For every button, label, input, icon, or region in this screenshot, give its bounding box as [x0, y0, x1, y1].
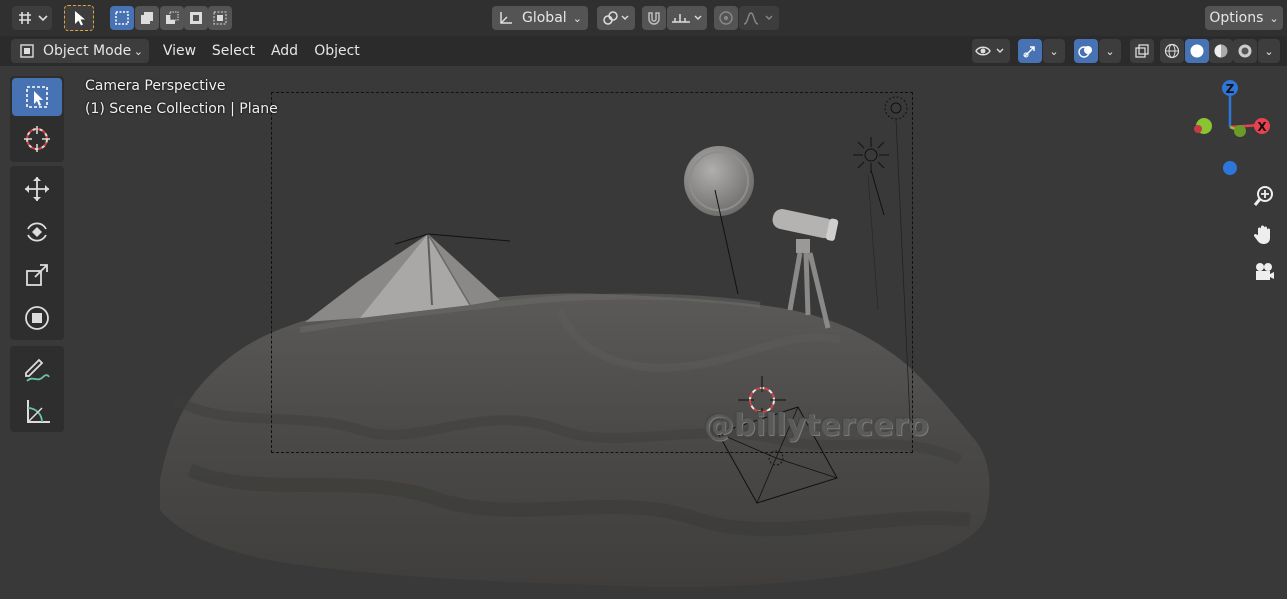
snap-increment-icon: [672, 14, 702, 23]
options-label: Options: [1209, 10, 1264, 26]
menu-view[interactable]: View: [157, 40, 202, 62]
shading-wireframe-button[interactable]: [1160, 39, 1184, 63]
transform-orientation-dropdown[interactable]: Global ⌄: [492, 6, 588, 30]
snap-target-dropdown[interactable]: [667, 6, 707, 30]
pivot-point-dropdown[interactable]: [597, 6, 635, 30]
gizmo-z-label: Z: [1226, 82, 1235, 96]
magnet-icon: [648, 12, 660, 25]
3d-cursor-icon: [24, 126, 50, 152]
falloff-curve-icon: [743, 12, 773, 25]
rendered-sphere-icon: [1238, 44, 1252, 58]
transform-orientation-label: Global: [522, 10, 567, 26]
tool-move[interactable]: [12, 170, 62, 208]
material-sphere-icon: [1214, 44, 1228, 58]
scene-object-label: (1) Scene Collection | Plane: [85, 101, 278, 117]
select-intersect-icon: [213, 11, 227, 25]
tool-select-box[interactable]: [12, 78, 62, 116]
proportional-circle-icon: [719, 11, 733, 25]
orientation-axes-icon: [500, 12, 512, 24]
wireframe-sphere-icon: [1164, 43, 1180, 59]
xray-toggle-button[interactable]: [1130, 39, 1154, 63]
editor-type-button[interactable]: [12, 6, 52, 30]
tool-transform[interactable]: [12, 299, 62, 337]
proportional-editing-button[interactable]: [714, 6, 738, 30]
tool-measure[interactable]: [12, 392, 62, 430]
select-subtract-icon: [166, 11, 179, 24]
zoom-button[interactable]: [1248, 180, 1280, 212]
gizmo-neg-y-axis[interactable]: [1234, 125, 1246, 137]
zoom-magnifier-icon: [1253, 186, 1273, 206]
gizmo-toggle-button[interactable]: [1018, 39, 1042, 63]
gizmo-neg-x-axis[interactable]: [1194, 125, 1202, 133]
solid-sphere-icon: [1190, 44, 1204, 58]
pivot-link-icon: [603, 11, 629, 25]
move-arrows-icon: [25, 177, 49, 201]
overlays-toggle-button[interactable]: [1074, 39, 1098, 63]
select-extend-mode-button[interactable]: [135, 6, 159, 30]
view-name-label: Camera Perspective: [85, 78, 226, 94]
shading-material-button[interactable]: [1209, 39, 1233, 63]
select-subtract-mode-button[interactable]: [160, 6, 184, 30]
interaction-mode-dropdown[interactable]: Object Mode ⌄: [11, 39, 149, 63]
select-new-mode-button[interactable]: [110, 6, 134, 30]
shading-dropdown[interactable]: ⌄: [1258, 39, 1280, 63]
select-invert-mode-button[interactable]: [184, 6, 208, 30]
chevron-down-icon: ⌄: [1269, 11, 1279, 25]
select-extend-icon: [141, 12, 153, 24]
xray-icon: [1135, 44, 1149, 58]
snap-toggle-button[interactable]: [642, 6, 666, 30]
select-new-icon: [115, 11, 129, 25]
menu-add[interactable]: Add: [265, 40, 304, 62]
select-invert-icon: [190, 12, 202, 24]
proportional-falloff-dropdown[interactable]: [739, 6, 779, 30]
navigation-gizmo[interactable]: Z X: [1185, 75, 1275, 195]
chevron-down-icon: ⌄: [1105, 44, 1115, 58]
pan-button[interactable]: [1248, 218, 1280, 250]
eye-icon: [975, 46, 1004, 56]
rotate-icon: [27, 222, 47, 242]
measure-ruler-icon: [27, 400, 50, 423]
camera-icon: [1256, 263, 1274, 280]
shading-rendered-button[interactable]: [1233, 39, 1257, 63]
menu-object[interactable]: Object: [309, 40, 365, 62]
select-box-icon: [26, 86, 48, 108]
cursor-arrow-icon: [75, 11, 85, 26]
chevron-down-icon: ⌄: [572, 11, 582, 25]
tool-cursor[interactable]: [12, 120, 62, 158]
menu-select[interactable]: Select: [207, 40, 260, 62]
hand-icon: [1253, 225, 1270, 244]
tool-annotate[interactable]: [12, 350, 62, 388]
tool-rotate[interactable]: [12, 213, 62, 251]
scale-icon: [26, 264, 48, 286]
transform-icon: [25, 306, 49, 330]
annotate-pencil-icon: [25, 358, 50, 382]
select-intersect-mode-button[interactable]: [208, 6, 232, 30]
grid-editor-icon: [19, 12, 48, 24]
shading-solid-button[interactable]: [1185, 39, 1209, 63]
gizmo-dropdown[interactable]: ⌄: [1043, 39, 1065, 63]
chevron-down-icon: ⌄: [1049, 44, 1059, 58]
overlays-dropdown[interactable]: ⌄: [1099, 39, 1121, 63]
camera-view-button[interactable]: [1248, 256, 1280, 288]
camera-frame: [271, 92, 913, 453]
chevron-down-icon: ⌄: [133, 44, 143, 58]
visibility-dropdown[interactable]: [972, 39, 1010, 63]
select-tool-button[interactable]: [64, 5, 94, 31]
tool-settings-bar: Global ⌄ Options ⌄: [0, 0, 1287, 36]
tool-scale[interactable]: [12, 256, 62, 294]
chevron-down-icon: ⌄: [1264, 44, 1274, 58]
object-mode-icon: [20, 44, 34, 58]
gizmo-x-label: X: [1257, 120, 1267, 134]
overlays-circles-icon: [1078, 46, 1092, 58]
options-dropdown[interactable]: Options ⌄: [1205, 6, 1283, 30]
interaction-mode-label: Object Mode: [43, 43, 132, 59]
gizmo-arrows-icon: [1023, 46, 1035, 58]
gizmo-neg-z-axis[interactable]: [1223, 161, 1237, 175]
